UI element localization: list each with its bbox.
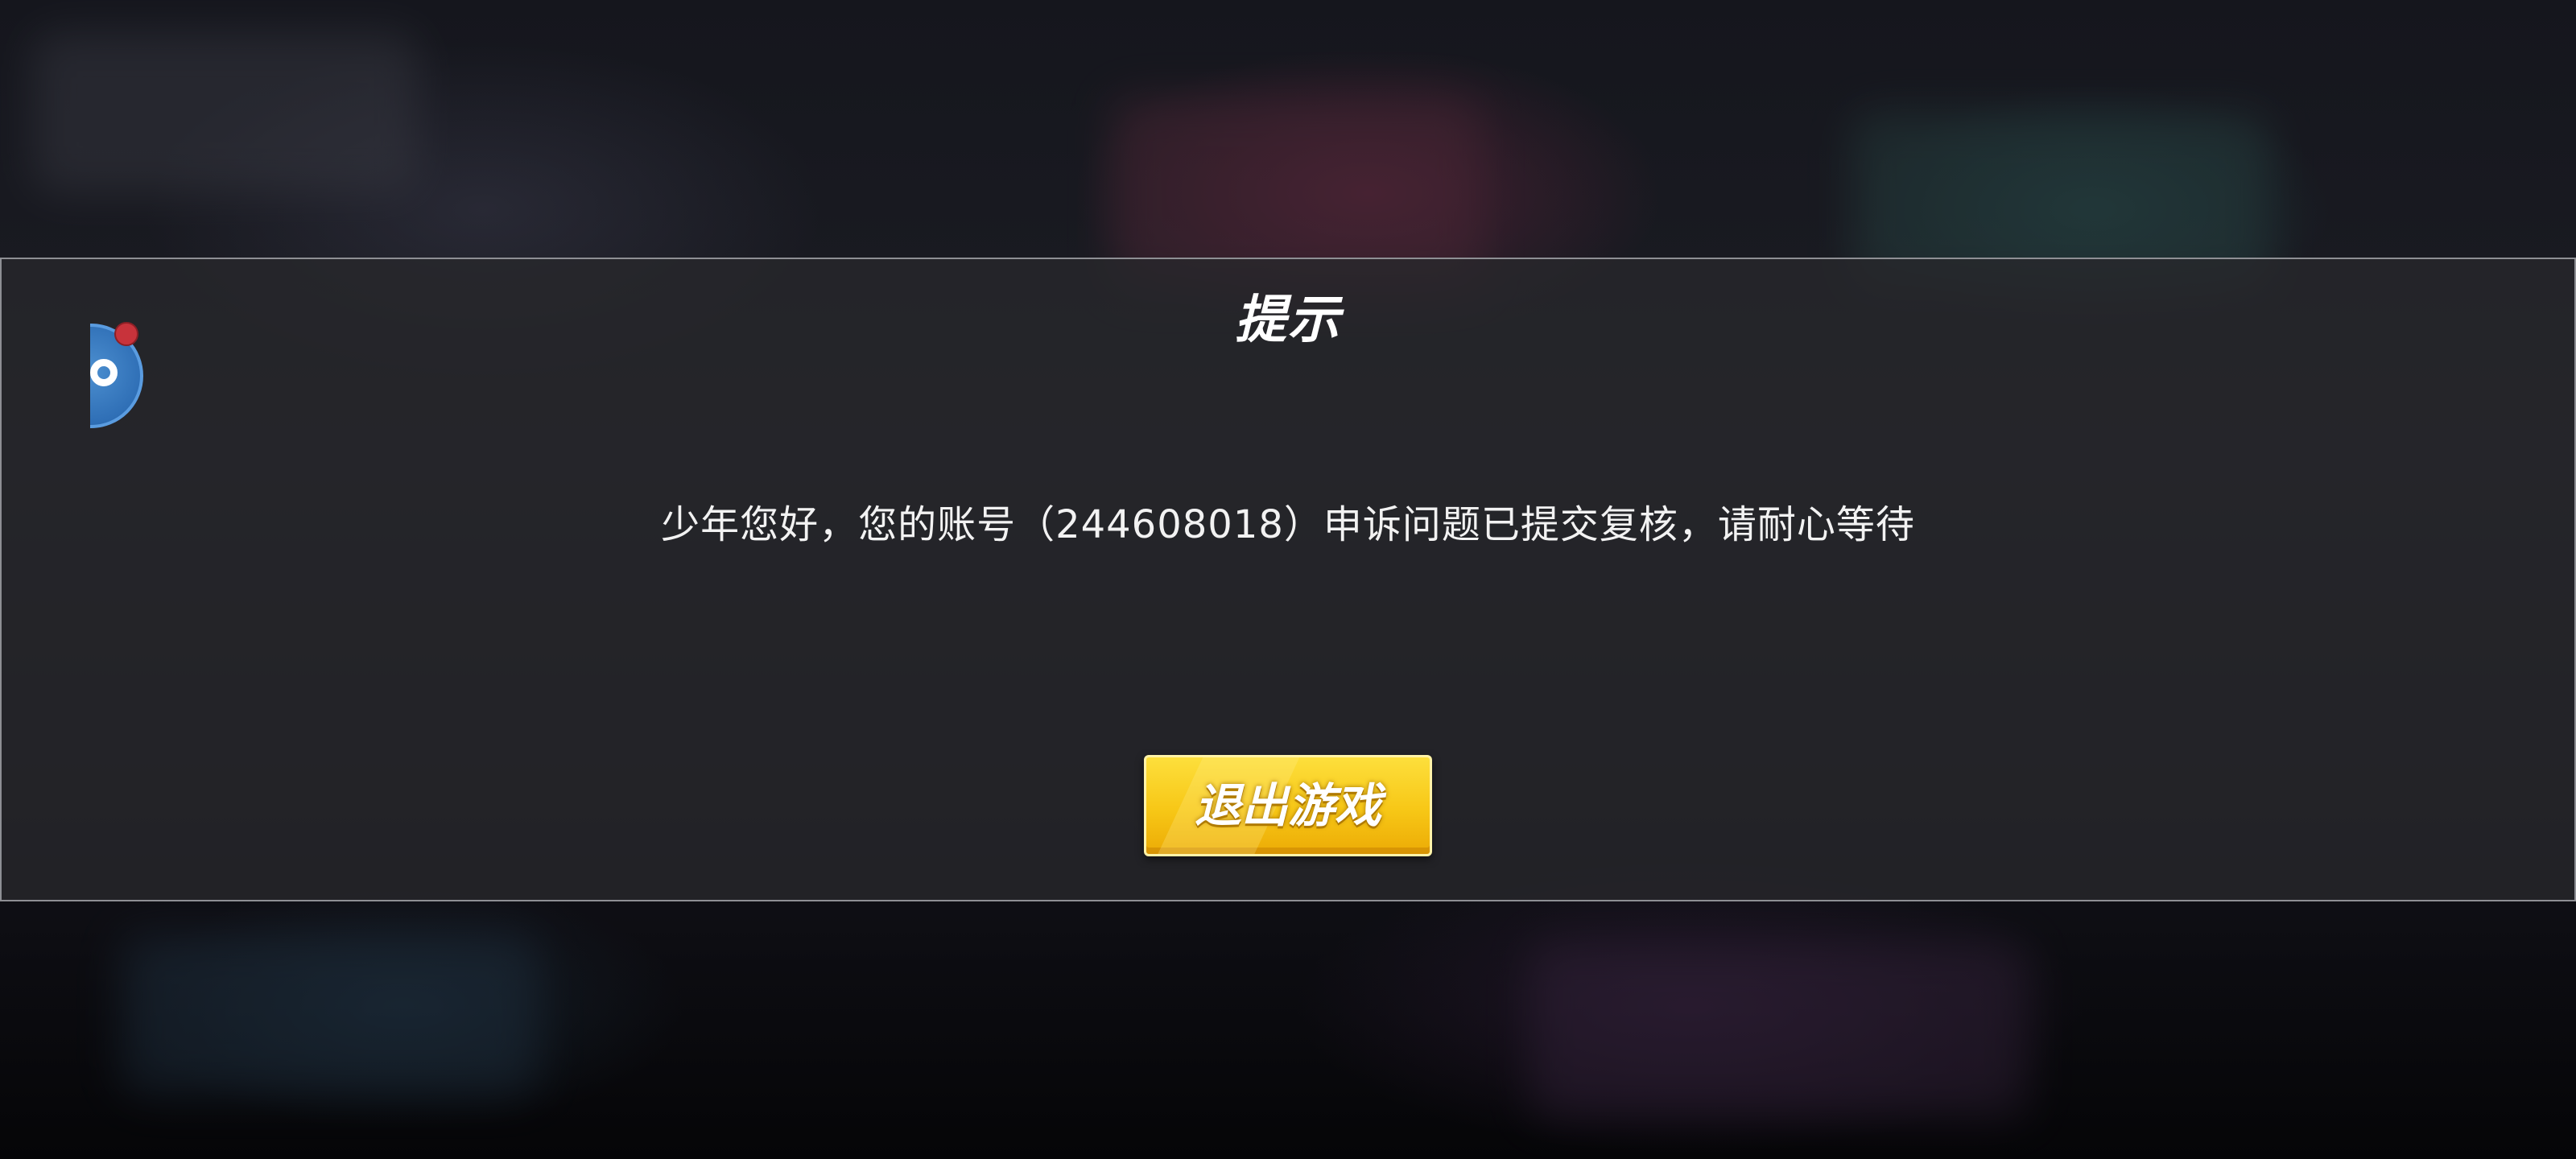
dialog-message: 少年您好，您的账号（244608018）申诉问题已提交复核，请耐心等待 <box>661 502 1915 547</box>
background-shape <box>1530 942 2029 1119</box>
floating-assistant-button[interactable] <box>90 322 148 435</box>
exit-game-button[interactable]: 退出游戏 <box>1144 755 1432 856</box>
dialog-title: 提示 <box>1235 291 1341 350</box>
background-shape <box>121 934 539 1095</box>
notice-dialog: 提示 少年您好，您的账号（244608018）申诉问题已提交复核，请耐心等待 退… <box>0 258 2576 901</box>
game-screen: 提示 少年您好，您的账号（244608018）申诉问题已提交复核，请耐心等待 退… <box>0 0 2576 1159</box>
background-shape <box>32 32 419 193</box>
assistant-glyph-icon <box>90 359 118 386</box>
exit-game-button-label: 退出游戏 <box>1194 778 1381 833</box>
notification-badge-icon <box>114 322 138 346</box>
